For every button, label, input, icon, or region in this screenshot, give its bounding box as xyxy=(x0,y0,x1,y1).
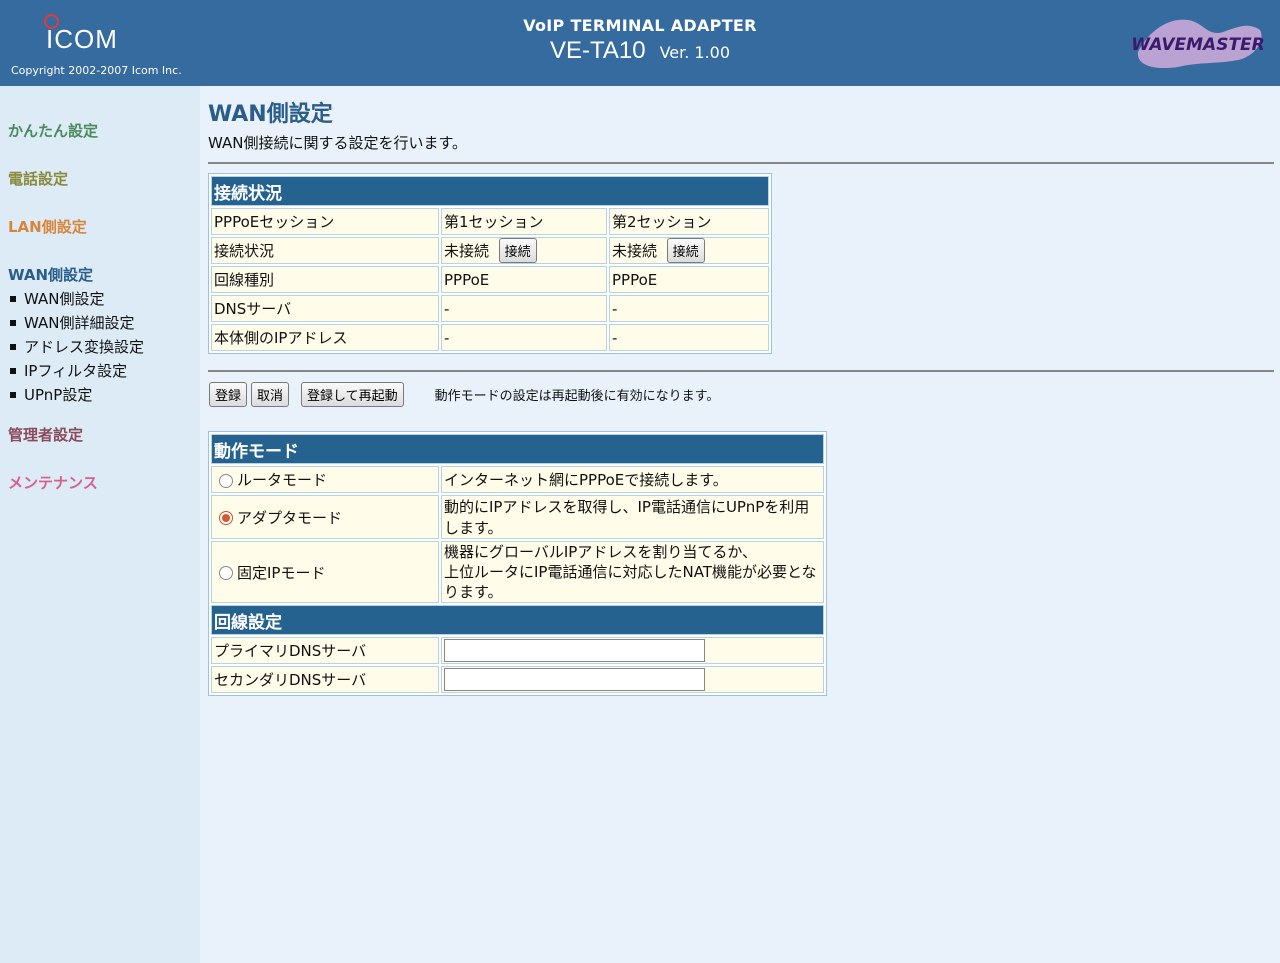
table-row: プライマリDNSサーバ xyxy=(211,637,824,664)
product-line: VoIP TERMINAL ADAPTER xyxy=(523,16,757,35)
sidebar-item-upnp[interactable]: UPnP設定 xyxy=(10,384,92,405)
header-bar: ICOM Copyright 2002-2007 Icom Inc. VoIP … xyxy=(0,0,1280,86)
row-label: PPPoEセッション xyxy=(211,208,439,235)
copyright: Copyright 2002-2007 Icom Inc. xyxy=(11,64,182,77)
row-label: 本体側のIPアドレス xyxy=(211,324,439,351)
table-row: DNSサーバ - - xyxy=(211,295,769,322)
reboot-note: 動作モードの設定は再起動後に有効になります。 xyxy=(434,389,720,404)
sidebar-cat-maintenance[interactable]: メンテナンス xyxy=(8,472,98,493)
status-text: 未接続 xyxy=(444,242,490,260)
page-title: WAN側設定 xyxy=(208,102,333,127)
sidebar-item-label: アドレス変換設定 xyxy=(24,338,145,356)
table-row: セカンダリDNSサーバ xyxy=(211,666,824,693)
secondary-dns-cell xyxy=(441,666,824,693)
version: Ver. 1.00 xyxy=(659,43,731,62)
sidebar-item-label: IPフィルタ設定 xyxy=(24,362,128,380)
main-content: WAN側設定 WAN側接続に関する設定を行います。 接続状況 PPPoEセッショ… xyxy=(208,96,1274,696)
cell-value: - xyxy=(609,324,769,351)
mode-label: ルータモード xyxy=(237,471,328,489)
mode-fixed-ip-option[interactable]: 固定IPモード xyxy=(211,541,439,603)
table-row: 本体側のIPアドレス - - xyxy=(211,324,769,351)
sidebar: かんたん設定 電話設定 LAN側設定 WAN側設定 WAN側設定 WAN側詳細設… xyxy=(0,86,200,963)
bullet-icon xyxy=(10,367,16,374)
table-row: 回線種別 PPPoE PPPoE xyxy=(211,266,769,293)
action-bar: 登録 取消 登録して再起動 動作モードの設定は再起動後に有効になります。 xyxy=(208,382,1274,407)
cell-value: PPPoE xyxy=(441,266,607,293)
mode-desc: 動的にIPアドレスを取得し、IP電話通信にUPnPを利用します。 xyxy=(441,495,824,539)
status-table-header: 接続状況 xyxy=(211,176,769,206)
register-button[interactable]: 登録 xyxy=(209,382,248,407)
sidebar-item-label: WAN側詳細設定 xyxy=(24,314,135,332)
sidebar-cat-easy[interactable]: かんたん設定 xyxy=(8,120,98,141)
radio-router[interactable] xyxy=(219,473,233,488)
bullet-icon xyxy=(10,319,16,326)
session1-status: 未接続 接続 xyxy=(441,237,607,264)
row-label: 接続状況 xyxy=(211,237,439,264)
mode-label: 固定IPモード xyxy=(237,563,326,582)
wavemaster-logo: WAVEMASTER xyxy=(1131,19,1265,69)
mode-table: 動作モード ルータモード インターネット網にPPPoEで接続します。 アダプタモ… xyxy=(208,431,827,696)
radio-fixed-ip[interactable] xyxy=(219,566,233,580)
cell-value: PPPoE xyxy=(609,266,769,293)
bullet-icon xyxy=(10,295,16,302)
cancel-button[interactable]: 取消 xyxy=(251,382,290,407)
session2-status: 未接続 接続 xyxy=(609,237,769,264)
table-row: アダプタモード 動的にIPアドレスを取得し、IP電話通信にUPnPを利用します。 xyxy=(211,495,824,539)
mode-label: アダプタモード xyxy=(237,508,343,527)
table-row: 接続状況 未接続 接続 未接続 接続 xyxy=(211,237,769,264)
connect-button-session1[interactable]: 接続 xyxy=(498,238,537,263)
cell-value: - xyxy=(441,295,607,322)
bullet-icon xyxy=(10,391,16,398)
session1-header: 第1セッション xyxy=(441,208,607,235)
bullet-icon xyxy=(10,343,16,350)
row-label: DNSサーバ xyxy=(211,295,439,322)
sidebar-cat-admin[interactable]: 管理者設定 xyxy=(8,424,83,445)
sidebar-item-nat[interactable]: アドレス変換設定 xyxy=(10,336,144,357)
register-reboot-button[interactable]: 登録して再起動 xyxy=(301,382,404,407)
mode-desc-line: 上位ルータにIP電話通信に対応したNAT機能が必要となります。 xyxy=(444,563,817,601)
page-description: WAN側接続に関する設定を行います。 xyxy=(208,134,467,152)
sidebar-item-label: WAN側設定 xyxy=(24,290,105,308)
sidebar-item-wan-settings[interactable]: WAN側設定 xyxy=(10,288,105,309)
table-row: ルータモード インターネット網にPPPoEで接続します。 xyxy=(211,466,824,493)
sidebar-item-wan-detail[interactable]: WAN側詳細設定 xyxy=(10,312,135,333)
cell-value: - xyxy=(441,324,607,351)
mode-adapter-option[interactable]: アダプタモード xyxy=(211,495,439,539)
status-text: 未接続 xyxy=(612,242,658,260)
product-title: VoIP TERMINAL ADAPTER VE-TA10 Ver. 1.00 xyxy=(0,16,1280,65)
row-label: 回線種別 xyxy=(211,266,439,293)
model-name: VE-TA10 xyxy=(549,37,646,64)
cell-value: - xyxy=(609,295,769,322)
connect-button-session2[interactable]: 接続 xyxy=(666,238,705,263)
status-table: 接続状況 PPPoEセッション 第1セッション 第2セッション 接続状況 未接続… xyxy=(208,173,772,354)
row-label: セカンダリDNSサーバ xyxy=(211,666,439,693)
mode-desc-line: 機器にグローバルIPアドレスを割り当てるか、 xyxy=(444,543,758,561)
row-label: プライマリDNSサーバ xyxy=(211,637,439,664)
brand-logo-text: WAVEMASTER xyxy=(1131,35,1265,55)
sidebar-cat-phone[interactable]: 電話設定 xyxy=(8,168,68,189)
sidebar-item-label: UPnP設定 xyxy=(24,386,93,404)
mode-table-header: 動作モード xyxy=(211,434,824,464)
table-row: 固定IPモード 機器にグローバルIPアドレスを割り当てるか、上位ルータにIP電話… xyxy=(211,541,824,603)
sidebar-cat-wan[interactable]: WAN側設定 xyxy=(8,264,93,285)
sidebar-item-ipfilter[interactable]: IPフィルタ設定 xyxy=(10,360,127,381)
mode-desc: 機器にグローバルIPアドレスを割り当てるか、上位ルータにIP電話通信に対応したN… xyxy=(441,541,824,603)
primary-dns-input[interactable] xyxy=(444,639,705,662)
model-line: VE-TA10 Ver. 1.00 xyxy=(0,37,1280,65)
secondary-dns-input[interactable] xyxy=(444,668,705,691)
line-table-header: 回線設定 xyxy=(211,605,824,635)
radio-adapter[interactable] xyxy=(219,511,233,525)
sidebar-cat-lan[interactable]: LAN側設定 xyxy=(8,216,87,237)
primary-dns-cell xyxy=(441,637,824,664)
mode-router-option[interactable]: ルータモード xyxy=(211,466,439,493)
divider xyxy=(208,162,1274,164)
session2-header: 第2セッション xyxy=(609,208,769,235)
mode-desc: インターネット網にPPPoEで接続します。 xyxy=(441,466,824,493)
table-row: PPPoEセッション 第1セッション 第2セッション xyxy=(211,208,769,235)
divider xyxy=(208,370,1274,372)
